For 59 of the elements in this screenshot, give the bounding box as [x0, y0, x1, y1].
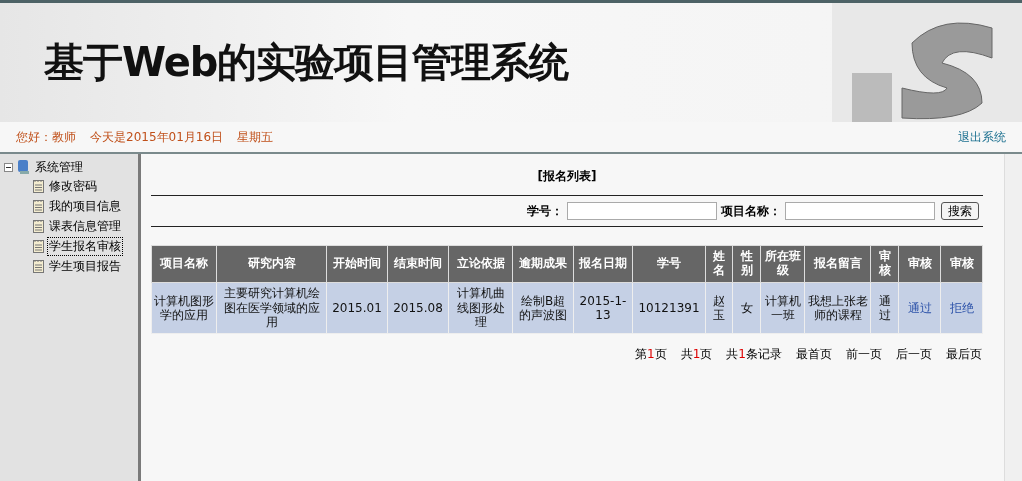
search-field[interactable] [567, 202, 717, 220]
computer-icon [17, 159, 31, 175]
column-header: 逾期成果 [512, 245, 574, 283]
column-header: 立论依据 [448, 245, 513, 283]
table-cell: 2015.08 [387, 282, 449, 334]
column-header: 报名留言 [804, 245, 871, 283]
pagination-link[interactable]: 前一页 [846, 346, 882, 363]
pagination-link[interactable]: 后一页 [896, 346, 932, 363]
table-cell: 计算机曲线图形处理 [448, 282, 513, 334]
review-link[interactable]: 拒绝 [949, 300, 974, 315]
greeting-text: 您好：教师 [16, 128, 76, 146]
column-header: 审核 [898, 245, 941, 283]
search-label: 项目名称： [721, 202, 781, 220]
sidebar-item[interactable]: 我的项目信息 [48, 197, 122, 215]
sidebar-item[interactable]: 学生项目报告 [48, 257, 122, 275]
column-header: 研究内容 [216, 245, 327, 283]
column-header: 姓名 [705, 245, 733, 283]
column-header: 开始时间 [326, 245, 388, 283]
list-title: [报名列表] [537, 169, 597, 183]
page-icon [33, 219, 44, 233]
search-label: 学号： [527, 202, 563, 220]
table-cell: 10121391 [632, 282, 706, 334]
page-icon [33, 239, 44, 253]
column-header: 所在班级 [760, 245, 805, 283]
search-button[interactable]: 搜索 [941, 202, 979, 220]
sidebar-group[interactable]: 系统管理 [35, 158, 83, 176]
table-cell: 2015.01 [326, 282, 388, 334]
column-header: 审核 [940, 245, 983, 283]
table-cell: 绘制B超的声波图 [512, 282, 574, 334]
table-cell: 计算机一班 [760, 282, 805, 334]
sidebar-item[interactable]: 修改密码 [48, 177, 98, 195]
column-header: 审核 [870, 245, 899, 283]
pagination-link[interactable]: 最后页 [946, 346, 982, 363]
column-header: 报名日期 [573, 245, 633, 283]
pagination-link[interactable]: 最首页 [796, 346, 832, 363]
logout-link[interactable]: 退出系统 [958, 128, 1006, 146]
weekday-text: 星期五 [237, 128, 274, 146]
page-count-text: 共1页 [680, 346, 713, 363]
search-field[interactable] [785, 202, 935, 220]
date-text: 今天是2015年01月16日 [90, 128, 224, 146]
column-header: 结束时间 [387, 245, 449, 283]
column-header: 项目名称 [151, 245, 217, 283]
column-header: 学号 [632, 245, 706, 283]
page-icon [33, 259, 44, 273]
page-icon [33, 199, 44, 213]
site-title: 基于Web的实验项目管理系统 [44, 38, 569, 87]
review-link[interactable]: 通过 [907, 300, 932, 315]
sidebar-item[interactable]: 课表信息管理 [48, 217, 122, 235]
table-cell: 计算机图形学的应用 [151, 282, 217, 334]
page-count-text: 第1页 [635, 346, 667, 363]
page-count-text: 共1条记录 [726, 346, 782, 363]
table-cell: 主要研究计算机绘图在医学领域的应用 [216, 282, 327, 334]
page-icon [33, 179, 44, 193]
table-cell: 我想上张老师的课程 [804, 282, 871, 334]
sidebar-item[interactable]: 学生报名审核 [48, 237, 122, 255]
table-cell: 2015-1-13 [573, 282, 633, 334]
column-header: 性别 [732, 245, 761, 283]
scrollbar[interactable] [1004, 154, 1022, 481]
collapse-icon[interactable] [4, 162, 13, 172]
